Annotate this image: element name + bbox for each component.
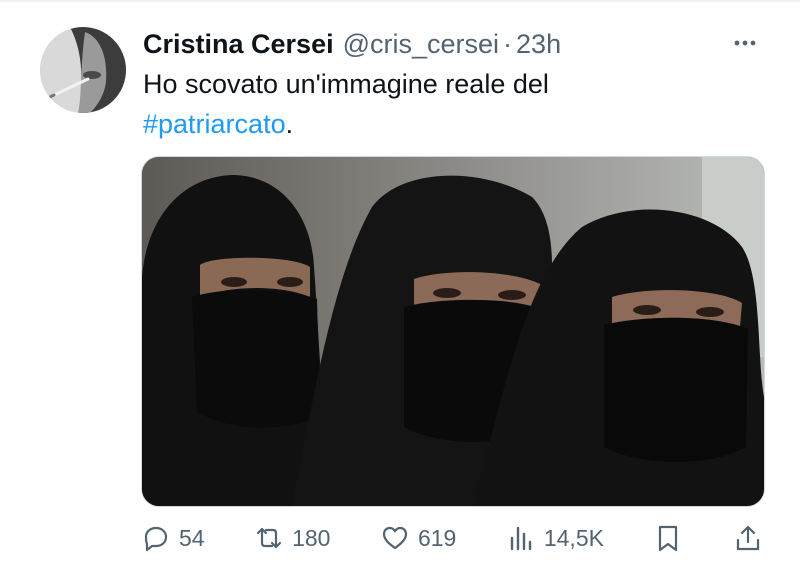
- tweet-text-end: .: [285, 109, 294, 139]
- views-button[interactable]: 14,5K: [506, 523, 604, 553]
- avatar[interactable]: [40, 27, 126, 113]
- bookmark-button[interactable]: [653, 523, 683, 553]
- photo-three-veiled-women: [142, 157, 764, 506]
- retweet-count: 180: [292, 524, 331, 551]
- retweet-icon: [256, 527, 282, 549]
- timestamp[interactable]: 23h: [516, 29, 561, 60]
- retweet-button[interactable]: 180: [254, 523, 330, 553]
- tweet-text-main: Ho scovato un'immagine reale del: [143, 69, 549, 99]
- like-button[interactable]: 619: [380, 523, 456, 553]
- user-handle[interactable]: @cris_cersei: [343, 29, 499, 60]
- tweet-media-image[interactable]: [141, 156, 765, 507]
- hashtag-link[interactable]: #patriarcato: [143, 109, 286, 139]
- display-name[interactable]: Cristina Cersei: [143, 29, 334, 60]
- more-options-button[interactable]: [730, 28, 760, 58]
- like-count: 619: [417, 524, 457, 551]
- avatar-image: [40, 27, 126, 113]
- views-count: 14,5K: [543, 524, 604, 551]
- separator-dot: ·: [503, 28, 513, 59]
- bookmark-icon: [659, 525, 678, 552]
- like-icon: [382, 526, 408, 550]
- tweet-header: Cristina Cersei @cris_cersei · 23h: [143, 26, 760, 62]
- share-icon: [736, 525, 760, 551]
- views-icon: [510, 526, 532, 551]
- more-icon: [734, 40, 756, 46]
- reply-button[interactable]: 54: [141, 523, 205, 553]
- reply-icon: [144, 526, 168, 552]
- tweet-text: Ho scovato un'immagine reale del #patria…: [143, 64, 703, 144]
- reply-count: 54: [179, 524, 205, 551]
- tweet-actions-bar: 54 180 619 14,5K: [141, 518, 763, 558]
- top-divider: [0, 0, 800, 2]
- share-button[interactable]: [733, 523, 763, 553]
